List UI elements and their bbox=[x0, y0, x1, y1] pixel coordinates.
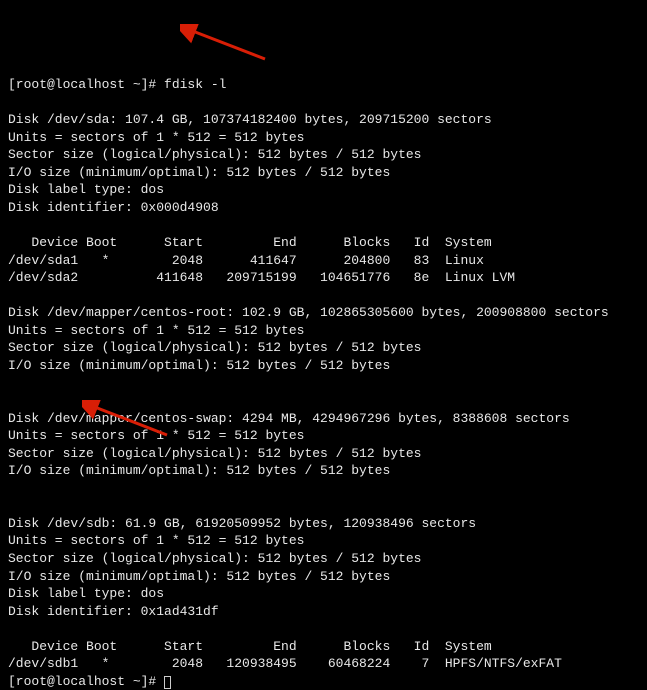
disk-header: Disk /dev/mapper/centos-swap: 4294 MB, 4… bbox=[8, 411, 570, 426]
command-text: fdisk -l bbox=[164, 77, 226, 92]
disk-units: Units = sectors of 1 * 512 = 512 bytes bbox=[8, 130, 304, 145]
disk-units: Units = sectors of 1 * 512 = 512 bytes bbox=[8, 323, 304, 338]
annotation-arrow-icon bbox=[180, 6, 270, 81]
disk-io: I/O size (minimum/optimal): 512 bytes / … bbox=[8, 463, 390, 478]
table-row: /dev/sdb1 * 2048 120938495 60468224 7 HP… bbox=[8, 656, 562, 671]
disk-label: Disk label type: dos bbox=[8, 586, 164, 601]
shell-prompt: [root@localhost ~]# bbox=[8, 77, 164, 92]
disk-identifier: Disk identifier: 0x1ad431df bbox=[8, 604, 219, 619]
disk-sector: Sector size (logical/physical): 512 byte… bbox=[8, 551, 421, 566]
table-row: /dev/sda1 * 2048 411647 204800 83 Linux bbox=[8, 253, 484, 268]
disk-sector: Sector size (logical/physical): 512 byte… bbox=[8, 446, 421, 461]
disk-header: Disk /dev/mapper/centos-root: 102.9 GB, … bbox=[8, 305, 609, 320]
disk-sector: Sector size (logical/physical): 512 byte… bbox=[8, 340, 421, 355]
disk-io: I/O size (minimum/optimal): 512 bytes / … bbox=[8, 165, 390, 180]
disk-io: I/O size (minimum/optimal): 512 bytes / … bbox=[8, 358, 390, 373]
disk-header: Disk /dev/sdb: 61.9 GB, 61920509952 byte… bbox=[8, 516, 476, 531]
prompt-line[interactable]: [root@localhost ~]# fdisk -l bbox=[8, 77, 226, 92]
disk-units: Units = sectors of 1 * 512 = 512 bytes bbox=[8, 428, 304, 443]
shell-prompt: [root@localhost ~]# bbox=[8, 674, 164, 689]
partition-table-header: Device Boot Start End Blocks Id System bbox=[8, 639, 492, 654]
disk-io: I/O size (minimum/optimal): 512 bytes / … bbox=[8, 569, 390, 584]
disk-sector: Sector size (logical/physical): 512 byte… bbox=[8, 147, 421, 162]
table-row: /dev/sda2 411648 209715199 104651776 8e … bbox=[8, 270, 515, 285]
disk-units: Units = sectors of 1 * 512 = 512 bytes bbox=[8, 533, 304, 548]
cursor bbox=[164, 676, 171, 689]
disk-identifier: Disk identifier: 0x000d4908 bbox=[8, 200, 219, 215]
disk-label: Disk label type: dos bbox=[8, 182, 164, 197]
prompt-line[interactable]: [root@localhost ~]# bbox=[8, 674, 171, 689]
disk-header: Disk /dev/sda: 107.4 GB, 107374182400 by… bbox=[8, 112, 492, 127]
partition-table-header: Device Boot Start End Blocks Id System bbox=[8, 235, 492, 250]
